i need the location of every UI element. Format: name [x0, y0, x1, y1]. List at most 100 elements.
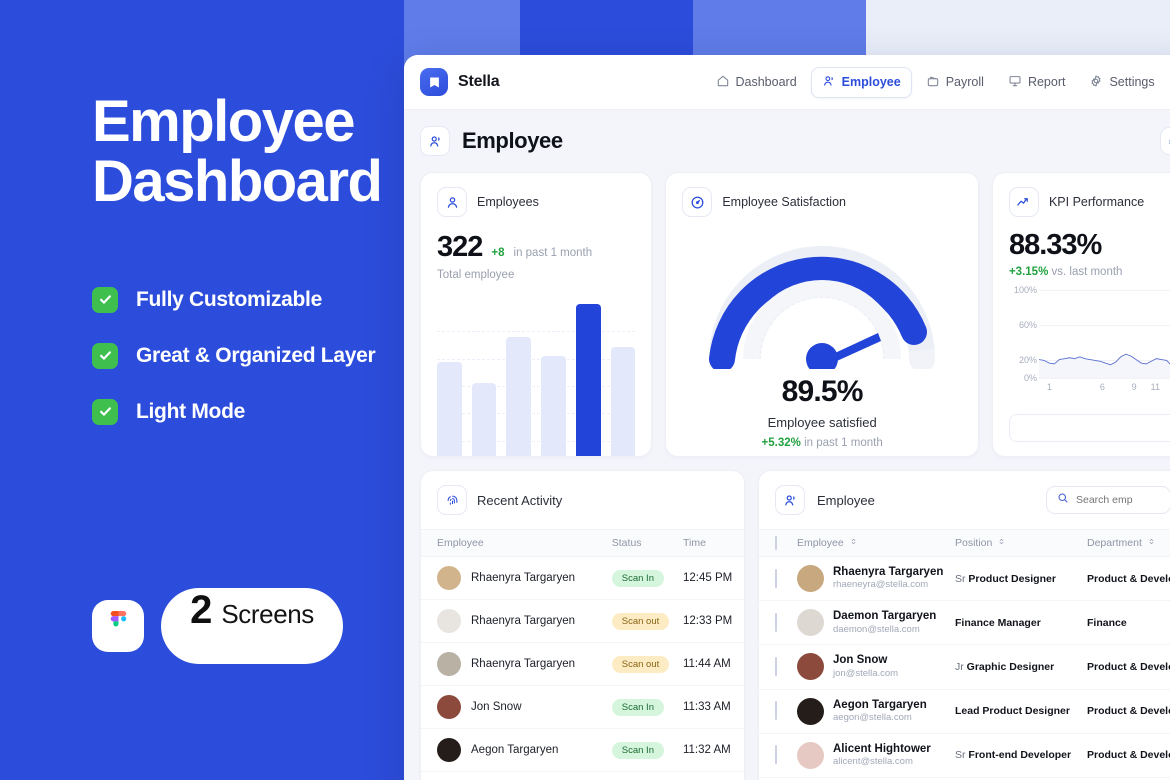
avatar: [797, 741, 824, 769]
search-input[interactable]: [1076, 494, 1160, 506]
gauge-icon: [682, 187, 713, 217]
kpi-plot-area: [1038, 290, 1170, 379]
stat-cards-row: Employees 322 +8 in past 1 month Total e…: [404, 172, 1170, 457]
nav-item-dashboard[interactable]: Dashboard: [706, 68, 807, 97]
bar-2: [471, 383, 497, 456]
recent-activity-table: Employee Status Time Rhaenyra Targaryen Sc…: [421, 529, 744, 780]
row-checkbox[interactable]: [775, 612, 777, 632]
lower-panels: Recent Activity Employee Status Time Rhaen…: [404, 457, 1170, 780]
promo-feature-0: Fully Customizable: [92, 286, 404, 313]
row-select-cell[interactable]: [759, 556, 797, 602]
promo-title-line-1: Employee: [92, 89, 356, 154]
user-icon: [437, 187, 467, 217]
employee-position: Sr Front-end Developer: [955, 733, 1087, 778]
table-row[interactable]: Jon Snow Scan In 11:33 AM: [421, 685, 744, 729]
row-select-cell[interactable]: [759, 733, 797, 778]
activity-employee-name: Jon Snow: [471, 701, 522, 713]
employee-position: Jr Graphic Designer: [955, 644, 1087, 690]
nav-item-report[interactable]: Report: [998, 68, 1076, 97]
search-icon: [1057, 491, 1069, 509]
activity-employee-cell: Rhaenyra Targaryen: [421, 556, 612, 600]
promo-feature-list: Fully Customizable Great & Organized Lay…: [92, 286, 404, 425]
bar-6: [610, 346, 636, 456]
avatar: [797, 697, 824, 725]
promo-badges: 2 Screens: [92, 588, 343, 664]
row-checkbox[interactable]: [775, 568, 777, 588]
employee-department: Product & Development: [1087, 556, 1170, 602]
nav-item-employee[interactable]: Employee: [810, 66, 912, 98]
nav-item-label: Report: [1027, 75, 1066, 89]
nav-item-payroll[interactable]: Payroll: [916, 68, 994, 97]
satisfaction-label: Employee satisfied: [767, 415, 877, 430]
promo-title: Employee Dashboard: [92, 89, 404, 213]
kpi-x-tick: 9: [1131, 382, 1137, 392]
employee-col-position[interactable]: Position: [955, 529, 1087, 557]
avatar: [437, 695, 461, 719]
table-row[interactable]: Jon Snow jon@stella.com Jr Graphic Desig…: [759, 644, 1170, 690]
promo-feature-label: Fully Customizable: [136, 287, 322, 311]
kpi-card-header: KPI Performance: [993, 173, 1170, 225]
kpi-footer-control[interactable]: [1008, 414, 1170, 442]
table-row[interactable]: Rhaenyra Targaryen rhaeneyra@stella.com …: [759, 556, 1170, 602]
employee-col-employee[interactable]: Employee: [797, 529, 955, 557]
employee-department: Product & Development: [1087, 733, 1170, 778]
recent-activity-header-row: Employee Status Time: [421, 529, 744, 557]
kpi-grid-line: [1038, 378, 1170, 379]
employee-name: Aegon Targaryen: [833, 698, 927, 711]
table-row[interactable]: Aegon Targaryen Scan out 11:12 AM: [421, 771, 744, 780]
employee-position: Sr Product Designer: [955, 556, 1087, 602]
status-badge: Scan out: [611, 612, 670, 630]
employee-name: Alicent Hightower: [833, 742, 931, 755]
row-checkbox[interactable]: [775, 701, 777, 721]
satisfaction-gauge: [666, 229, 978, 369]
table-row[interactable]: Daemon Targaryen daemon@stella.com Finan…: [759, 600, 1170, 646]
employee-email: alicent@stella.com: [833, 756, 913, 768]
sort-icon[interactable]: [997, 537, 1006, 549]
employee-cell: Rhaenyra Targaryen rhaeneyra@stella.com: [797, 556, 955, 602]
employee-position: Finance Manager: [955, 600, 1087, 646]
employee-name: Daemon Targaryen: [833, 610, 937, 623]
kpi-y-tick: 20%: [1018, 355, 1037, 366]
table-row[interactable]: Alicent Hightower alicent@stella.com Sr …: [759, 733, 1170, 778]
row-select-cell[interactable]: [759, 644, 797, 690]
employee-email: aegon@stella.com: [833, 711, 912, 723]
kpi-x-axis: 1 6 9 11: [1039, 382, 1170, 398]
employees-bar-chart: [437, 304, 636, 456]
settings-button[interactable]: [1160, 127, 1170, 155]
employee-name: Rhaenyra Targaryen: [833, 566, 944, 578]
employee-email: rhaeneyra@stella.com: [833, 579, 929, 591]
activity-employee-name: Aegon Targaryen: [471, 744, 559, 756]
select-all-header[interactable]: [759, 529, 797, 557]
table-row[interactable]: Rhaenyra Targaryen Scan out 12:33 PM: [421, 599, 744, 643]
avatar: [797, 609, 824, 637]
user-group-icon: [420, 126, 450, 156]
sort-icon[interactable]: [849, 537, 858, 549]
status-badge: Scan out: [611, 655, 670, 673]
bar-group: [437, 304, 636, 456]
row-select-cell[interactable]: [759, 689, 797, 734]
employees-sub-label: Total employee: [437, 269, 515, 281]
employees-value: 322: [437, 231, 483, 263]
select-all-checkbox[interactable]: [775, 536, 777, 550]
employee-cell: Jon Snow jon@stella.com: [797, 644, 955, 690]
employee-table-header: Employee: [759, 471, 1170, 529]
recent-activity-title: Recent Activity: [477, 492, 563, 508]
kpi-y-tick: 100%: [1013, 285, 1037, 295]
search-box[interactable]: [1046, 486, 1170, 514]
table-row[interactable]: Rhaenyra Targaryen Scan out 11:44 AM: [421, 642, 744, 686]
avatar: [797, 653, 824, 681]
promo-feature-label: Great & Organized Layer: [136, 343, 376, 367]
employee-col-department[interactable]: Department: [1087, 529, 1170, 557]
activity-employee-cell: Jon Snow: [421, 685, 612, 729]
table-row[interactable]: Aegon Targaryen Scan In 11:32 AM: [421, 728, 744, 772]
row-select-cell[interactable]: [759, 600, 797, 646]
row-checkbox[interactable]: [775, 745, 777, 765]
activity-employee-name: Rhaenyra Targaryen: [471, 658, 575, 670]
sort-icon[interactable]: [1147, 537, 1156, 549]
table-row[interactable]: Aegon Targaryen aegon@stella.com Lead Pr…: [759, 689, 1170, 734]
presentation-icon: [1008, 74, 1022, 91]
nav-item-settings[interactable]: Settings: [1079, 68, 1164, 97]
table-row[interactable]: Rhaenyra Targaryen Scan In 12:45 PM: [421, 556, 744, 600]
row-checkbox[interactable]: [775, 656, 777, 676]
activity-time: 12:45 PM: [682, 556, 744, 600]
